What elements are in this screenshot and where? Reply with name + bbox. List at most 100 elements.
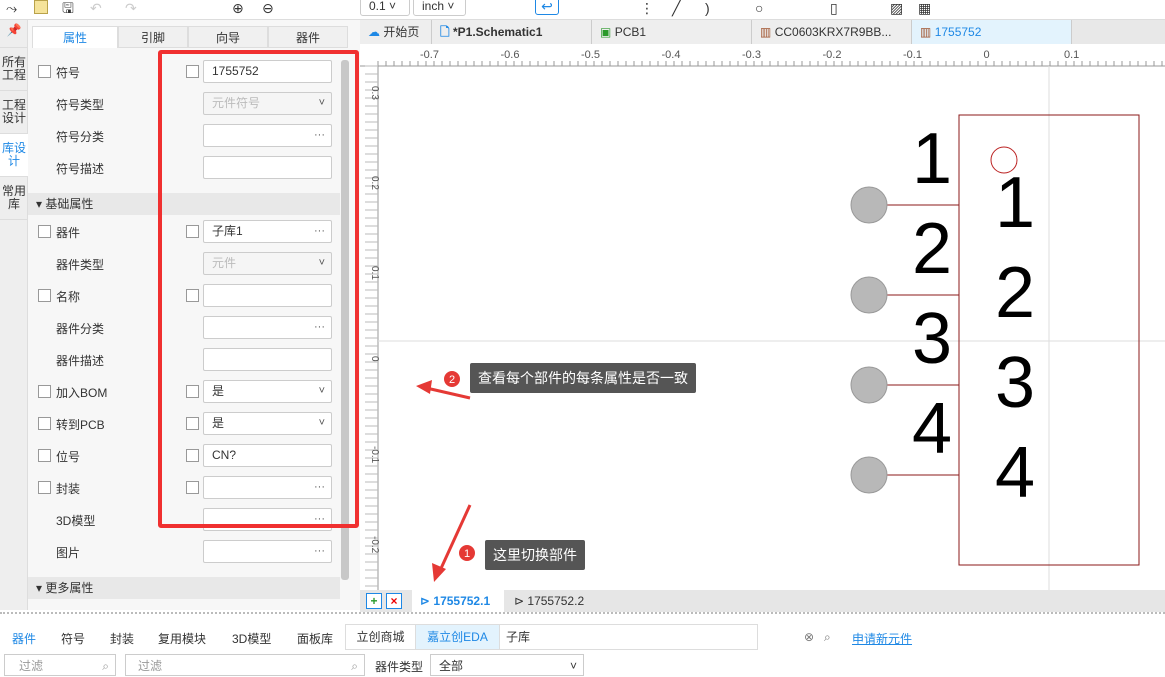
property-label: 器件 xyxy=(56,226,81,240)
part-tab-2[interactable]: ⊳ 1755752.2 xyxy=(506,590,598,612)
grid-value: 0.1 xyxy=(369,0,386,13)
add-icon[interactable]: ⤳ xyxy=(6,0,17,16)
vtab-library-design[interactable]: 库设计 xyxy=(0,134,28,177)
tab-start-page[interactable]: ☁ 开始页 xyxy=(360,20,432,44)
row-checkbox[interactable] xyxy=(38,417,51,430)
property-label: 位号 xyxy=(56,450,81,464)
callout-check-attrs: 查看每个部件的每条属性是否一致 xyxy=(470,363,696,393)
source-sublib[interactable]: 子库 xyxy=(506,625,530,649)
arc-icon[interactable]: ) xyxy=(705,0,710,16)
section-header[interactable]: ▾ 更多属性 xyxy=(28,577,340,599)
delete-part-icon[interactable]: × xyxy=(386,593,402,609)
tab-schematic[interactable]: 🗋 *P1.Schematic1 xyxy=(432,20,592,44)
row-checkbox[interactable] xyxy=(38,65,51,78)
row-checkbox[interactable] xyxy=(38,449,51,462)
rect-icon[interactable]: ▯ xyxy=(830,0,838,16)
lib-tab-devices[interactable]: 器件 xyxy=(12,630,36,647)
document-tabs: ☁ 开始页 🗋 *P1.Schematic1 ▣ PCB1 ▥ CC0603KR… xyxy=(360,20,1165,44)
pin-number-outer: 4 xyxy=(912,389,952,469)
tab-label: 1755752 xyxy=(934,25,982,39)
pin-number-outer: 1 xyxy=(912,119,952,199)
folder-icon[interactable] xyxy=(34,0,48,14)
clear-icon[interactable]: ⊗ xyxy=(804,625,814,649)
row-checkbox[interactable] xyxy=(38,289,51,302)
search-icon: ⌕ xyxy=(351,659,358,673)
zoom-in-icon[interactable]: ⊕ xyxy=(232,0,244,16)
property-label: 图片 xyxy=(56,546,81,560)
redo-icon[interactable]: ↷ xyxy=(125,0,137,16)
tab-symbol-1755752[interactable]: ▥ 1755752 xyxy=(912,20,1072,44)
ruler-y-label: 0.2 xyxy=(369,176,380,190)
lib-tab-reuse[interactable]: 复用模块 xyxy=(158,630,206,647)
image-icon[interactable]: ▨ xyxy=(890,0,903,16)
unit-select[interactable]: inch ˅ xyxy=(413,0,466,16)
row-checkbox[interactable] xyxy=(38,385,51,398)
property-label: 器件描述 xyxy=(56,354,105,368)
lib-tab-panel[interactable]: 面板库 xyxy=(297,630,333,647)
vtab-project-design[interactable]: 工程设计 xyxy=(0,91,28,134)
property-label: 名称 xyxy=(56,290,81,304)
callout-arrows xyxy=(416,380,472,582)
more-icon[interactable]: ··· xyxy=(314,541,325,562)
property-label: 符号类型 xyxy=(56,98,105,112)
part-tab-label: 1755752.2 xyxy=(527,594,585,608)
tab-label: PCB1 xyxy=(614,25,647,39)
caret-down-icon: ▾ xyxy=(36,581,43,595)
ruler-y-label: 0.3 xyxy=(369,86,380,100)
filter-input-2[interactable]: 过滤 ⌕ xyxy=(125,654,365,676)
property-label: 符号描述 xyxy=(56,162,105,176)
property-label: 加入BOM xyxy=(56,386,108,400)
tab-component[interactable]: ▥ CC0603KRX7R9BB... xyxy=(752,20,912,44)
part-tabs: + × ⊳ 1755752.1 ⊳ 1755752.2 xyxy=(360,590,1165,612)
property-label: 器件分类 xyxy=(56,322,105,336)
ruler-x-label: -0.3 xyxy=(742,49,761,61)
grid-select[interactable]: 0.1 ˅ xyxy=(360,0,410,16)
lib-tab-footprints[interactable]: 封装 xyxy=(110,630,134,647)
ruler-x-label: 0.1 xyxy=(1064,49,1079,61)
apply-new-component-link[interactable]: 申请新元件 xyxy=(852,630,912,647)
vertical-tabs: 📌 所有工程 工程设计 库设计 常用库 xyxy=(0,20,28,610)
ruler-x-label: -0.2 xyxy=(823,49,842,61)
row-checkbox[interactable] xyxy=(38,225,51,238)
return-icon[interactable]: ↩ xyxy=(535,0,559,15)
save-icon[interactable]: 🖫 xyxy=(62,0,74,16)
tab-pcb[interactable]: ▣ PCB1 xyxy=(592,20,752,44)
unit-value: inch xyxy=(422,0,445,13)
ruler-x-label: -0.6 xyxy=(501,49,520,61)
property-input[interactable]: ··· xyxy=(203,540,332,563)
vtab-common-library[interactable]: 常用库 xyxy=(0,177,28,220)
circle-icon[interactable]: ○ xyxy=(755,0,763,16)
pin-number-inner: 3 xyxy=(995,343,1035,423)
pin-icon[interactable]: 📌 xyxy=(0,20,28,48)
undo-icon[interactable]: ↶ xyxy=(90,0,102,16)
tab-label: *P1.Schematic1 xyxy=(453,25,543,39)
pin-number-inner: 1 xyxy=(995,163,1035,243)
table-icon[interactable]: ▦ xyxy=(918,0,931,16)
source-jlc-eda[interactable]: 嘉立创EDA xyxy=(416,625,500,649)
part-tab-1[interactable]: ⊳ 1755752.1 xyxy=(412,590,504,612)
chevron-down-icon: ˅ xyxy=(569,659,577,673)
ruler-x-label: -0.7 xyxy=(420,49,439,61)
tab-properties[interactable]: 属性 xyxy=(32,26,118,48)
bus-icon[interactable]: ⋮ xyxy=(640,0,654,16)
filter-input-1[interactable]: 过滤 ⌕ xyxy=(4,654,116,676)
symbol-canvas[interactable]: -0.7 -0.6 -0.5 -0.4 -0.3 -0.2 -0.1 0 0.1 0.3 0.2 0.… xyxy=(360,44,1165,590)
device-type-select[interactable]: 全部 ˅ xyxy=(430,654,584,676)
source-lcsc[interactable]: 立创商城 xyxy=(346,625,416,649)
property-row: 图片 ··· xyxy=(28,540,340,564)
ruler-y-label: -0.2 xyxy=(369,536,380,554)
tab-pins[interactable]: 引脚 xyxy=(118,26,188,48)
ruler-y-label: 0 xyxy=(369,356,380,362)
search-icon[interactable]: ⌕ xyxy=(824,625,831,649)
vtab-all-projects[interactable]: 所有工程 xyxy=(0,48,28,91)
cloud-icon: ☁ xyxy=(368,25,380,39)
zoom-out-icon[interactable]: ⊖ xyxy=(262,0,274,16)
row-checkbox[interactable] xyxy=(38,481,51,494)
tab-wizard[interactable]: 向导 xyxy=(188,26,268,48)
line-icon[interactable]: ╱ xyxy=(672,0,680,16)
lib-tab-3d[interactable]: 3D模型 xyxy=(232,630,271,647)
tab-devices[interactable]: 器件 xyxy=(268,26,348,48)
lib-tab-symbols[interactable]: 符号 xyxy=(61,630,85,647)
add-part-icon[interactable]: + xyxy=(366,593,382,609)
library-panel: 器件 符号 封装 复用模块 3D模型 面板库 立创商城 嘉立创EDA 子库 ⊗ … xyxy=(0,612,1165,676)
